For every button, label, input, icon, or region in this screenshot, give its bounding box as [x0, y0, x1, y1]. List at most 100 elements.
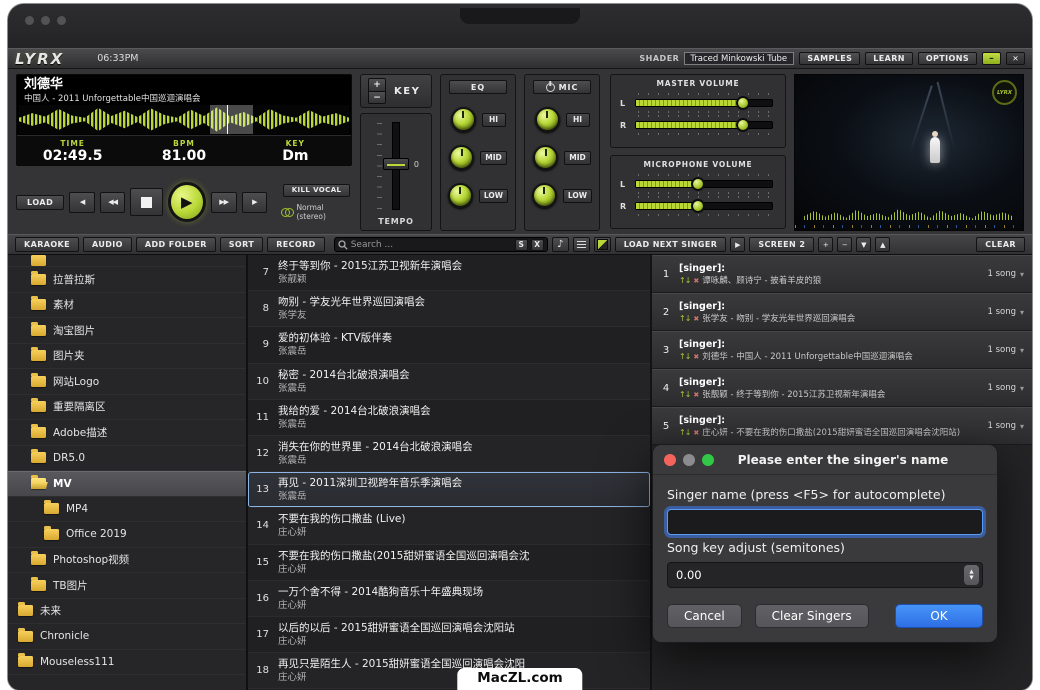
- mic-header-button[interactable]: MIC: [533, 80, 591, 94]
- music-note-button[interactable]: ♪: [552, 237, 569, 252]
- sidebar-item-chronicle[interactable]: Chronicle: [8, 624, 246, 650]
- song-row[interactable]: 14 不要在我的伤口撒盐 (Live) 庄心妍: [248, 508, 650, 544]
- mic-mid-knob[interactable]: [533, 145, 558, 170]
- zoom-in-button[interactable]: +: [818, 237, 833, 252]
- caret-down-icon[interactable]: ▾: [1020, 308, 1024, 317]
- caret-down-icon[interactable]: ▾: [1020, 422, 1024, 431]
- eq-hi-knob[interactable]: [451, 107, 476, 132]
- queue-reorder-icons[interactable]: ↑↓: [679, 275, 690, 287]
- options-button[interactable]: OPTIONS: [918, 52, 977, 65]
- samples-button[interactable]: SAMPLES: [799, 52, 860, 65]
- fast-forward-button[interactable]: ▶▶: [211, 192, 237, 213]
- window-close-dot-icon[interactable]: [25, 16, 34, 25]
- display-mode-button[interactable]: [594, 237, 611, 252]
- record-button[interactable]: RECORD: [267, 237, 325, 252]
- song-row[interactable]: 17 以后的以后 - 2015甜妍蜜语全国巡回演唱会沈阳站 庄心妍: [248, 617, 650, 653]
- queue-remove-icon[interactable]: ✖: [693, 389, 699, 401]
- window-minimize-dot-icon[interactable]: [41, 16, 50, 25]
- sidebar-item-mouseless111[interactable]: Mouseless111: [8, 650, 246, 676]
- move-down-button[interactable]: ▼: [856, 237, 871, 252]
- key-down-button[interactable]: −: [369, 91, 385, 103]
- master-right-slider[interactable]: [635, 118, 773, 132]
- song-row[interactable]: 10 秘密 - 2014台北破浪演唱会 张震岳: [248, 364, 650, 400]
- song-row-selected[interactable]: 13 再见 - 2011深圳卫视跨年音乐季演唱会 张震岳: [248, 472, 650, 508]
- shader-dropdown[interactable]: Traced Minkowski Tube: [684, 52, 794, 65]
- queue-row[interactable]: 5 [singer]: ↑↓ ✖ 庄心妍 - 不要在我的伤口撒盐(2015甜妍蜜…: [652, 407, 1032, 445]
- queue-remove-icon[interactable]: ✖: [693, 313, 699, 325]
- sidebar-item[interactable]: [8, 255, 246, 267]
- minimize-button[interactable]: –: [982, 52, 1001, 65]
- mic-hi-knob[interactable]: [535, 107, 560, 132]
- caret-down-icon[interactable]: ▾: [1020, 346, 1024, 355]
- close-button[interactable]: ✕: [1006, 52, 1025, 65]
- slider-thumb[interactable]: [691, 199, 705, 213]
- song-row[interactable]: 8 吻别 - 学友光年世界巡回演唱会 张学友: [248, 291, 650, 327]
- song-row[interactable]: 12 消失在你的世界里 - 2014台北破浪演唱会 张震岳: [248, 436, 650, 472]
- stop-button[interactable]: [130, 188, 162, 216]
- playlist-button[interactable]: [573, 237, 590, 252]
- play-button[interactable]: ▶: [168, 182, 206, 222]
- kill-vocal-button[interactable]: KILL VOCAL: [283, 184, 351, 197]
- add-folder-button[interactable]: ADD FOLDER: [136, 237, 216, 252]
- previous-track-button[interactable]: ◀: [69, 192, 95, 213]
- queue-reorder-icons[interactable]: ↑↓: [679, 351, 690, 363]
- search-input[interactable]: [351, 240, 512, 250]
- next-track-button[interactable]: ▶: [242, 192, 268, 213]
- sort-button[interactable]: SORT: [220, 237, 263, 252]
- singer-name-input[interactable]: [667, 509, 983, 535]
- search-scope-button[interactable]: S: [515, 239, 528, 251]
- slider-thumb[interactable]: [736, 96, 750, 110]
- sidebar-item-tb[interactable]: TB图片: [8, 573, 246, 599]
- play-next-button[interactable]: ▶: [730, 237, 745, 252]
- sidebar-item-mp4[interactable]: MP4: [8, 497, 246, 523]
- sidebar-item-website-logo[interactable]: 网站Logo: [8, 369, 246, 395]
- slider-thumb[interactable]: [691, 177, 705, 191]
- cancel-button[interactable]: Cancel: [667, 604, 742, 628]
- eq-low-knob[interactable]: [448, 183, 473, 208]
- queue-reorder-icons[interactable]: ↑↓: [679, 389, 690, 401]
- queue-row[interactable]: 2 [singer]: ↑↓ ✖ 张学友 - 吻别 - 学友光年世界巡回演唱会 …: [652, 293, 1032, 331]
- search-clear-button[interactable]: X: [531, 239, 544, 251]
- key-up-button[interactable]: +: [369, 79, 385, 91]
- sidebar-item-taobao[interactable]: 淘宝图片: [8, 318, 246, 344]
- song-row[interactable]: 9 爱的初体验 - KTV版伴奏 张震岳: [248, 327, 650, 363]
- audio-button[interactable]: AUDIO: [83, 237, 132, 252]
- eq-mid-knob[interactable]: [449, 145, 474, 170]
- queue-row[interactable]: 4 [singer]: ↑↓ ✖ 张靓颖 - 终于等到你 - 2015江苏卫视新…: [652, 369, 1032, 407]
- clear-button[interactable]: CLEAR: [976, 237, 1025, 252]
- key-adjust-input[interactable]: [676, 568, 964, 582]
- sidebar-item-tupianjia[interactable]: 图片夹: [8, 344, 246, 370]
- eq-header-button[interactable]: EQ: [449, 80, 507, 94]
- queue-row[interactable]: 3 [singer]: ↑↓ ✖ 刘德华 - 中国人 - 2011 Unforg…: [652, 331, 1032, 369]
- waveform[interactable]: [19, 105, 349, 134]
- dialog-close-icon[interactable]: [664, 454, 676, 466]
- song-row[interactable]: 16 一万个舍不得 - 2014酷狗音乐十年盛典现场 庄心妍: [248, 581, 650, 617]
- karaoke-button[interactable]: KARAOKE: [15, 237, 79, 252]
- sidebar-item-important[interactable]: 重要隔离区: [8, 395, 246, 421]
- queue-remove-icon[interactable]: ✖: [693, 351, 699, 363]
- sidebar-item-photoshop[interactable]: Photoshop视频: [8, 548, 246, 574]
- queue-remove-icon[interactable]: ✖: [693, 275, 699, 287]
- dialog-minimize-icon[interactable]: [683, 454, 695, 466]
- learn-button[interactable]: LEARN: [865, 52, 913, 65]
- sidebar-item-office2019[interactable]: Office 2019: [8, 522, 246, 548]
- mic-low-knob[interactable]: [532, 183, 557, 208]
- load-next-singer-button[interactable]: LOAD NEXT SINGER: [615, 237, 727, 252]
- caret-down-icon[interactable]: ▾: [1020, 384, 1024, 393]
- clear-singers-button[interactable]: Clear Singers: [755, 604, 869, 628]
- screen-2-button[interactable]: SCREEN 2: [749, 237, 814, 252]
- mic-right-slider[interactable]: [635, 199, 773, 213]
- move-up-button[interactable]: ▲: [875, 237, 890, 252]
- zoom-out-button[interactable]: −: [837, 237, 852, 252]
- song-row[interactable]: 15 不要在我的伤口撒盐(2015甜妍蜜语全国巡回演唱会沈 庄心妍: [248, 545, 650, 581]
- queue-reorder-icons[interactable]: ↑↓: [679, 427, 690, 439]
- song-row[interactable]: 18 再见只是陌生人 - 2015甜妍蜜语全国巡回演唱会沈阳 庄心妍: [248, 653, 650, 689]
- sidebar-item-weilai[interactable]: 未来: [8, 599, 246, 625]
- song-row[interactable]: 11 我给的爱 - 2014台北破浪演唱会 张震岳: [248, 400, 650, 436]
- load-button[interactable]: LOAD: [16, 195, 64, 210]
- slider-thumb[interactable]: [736, 118, 750, 132]
- sidebar-item-dr50[interactable]: DR5.0: [8, 446, 246, 472]
- sidebar-item-adobe[interactable]: Adobe描述: [8, 420, 246, 446]
- rewind-button[interactable]: ◀◀: [100, 192, 126, 213]
- caret-down-icon[interactable]: ▾: [1020, 270, 1024, 279]
